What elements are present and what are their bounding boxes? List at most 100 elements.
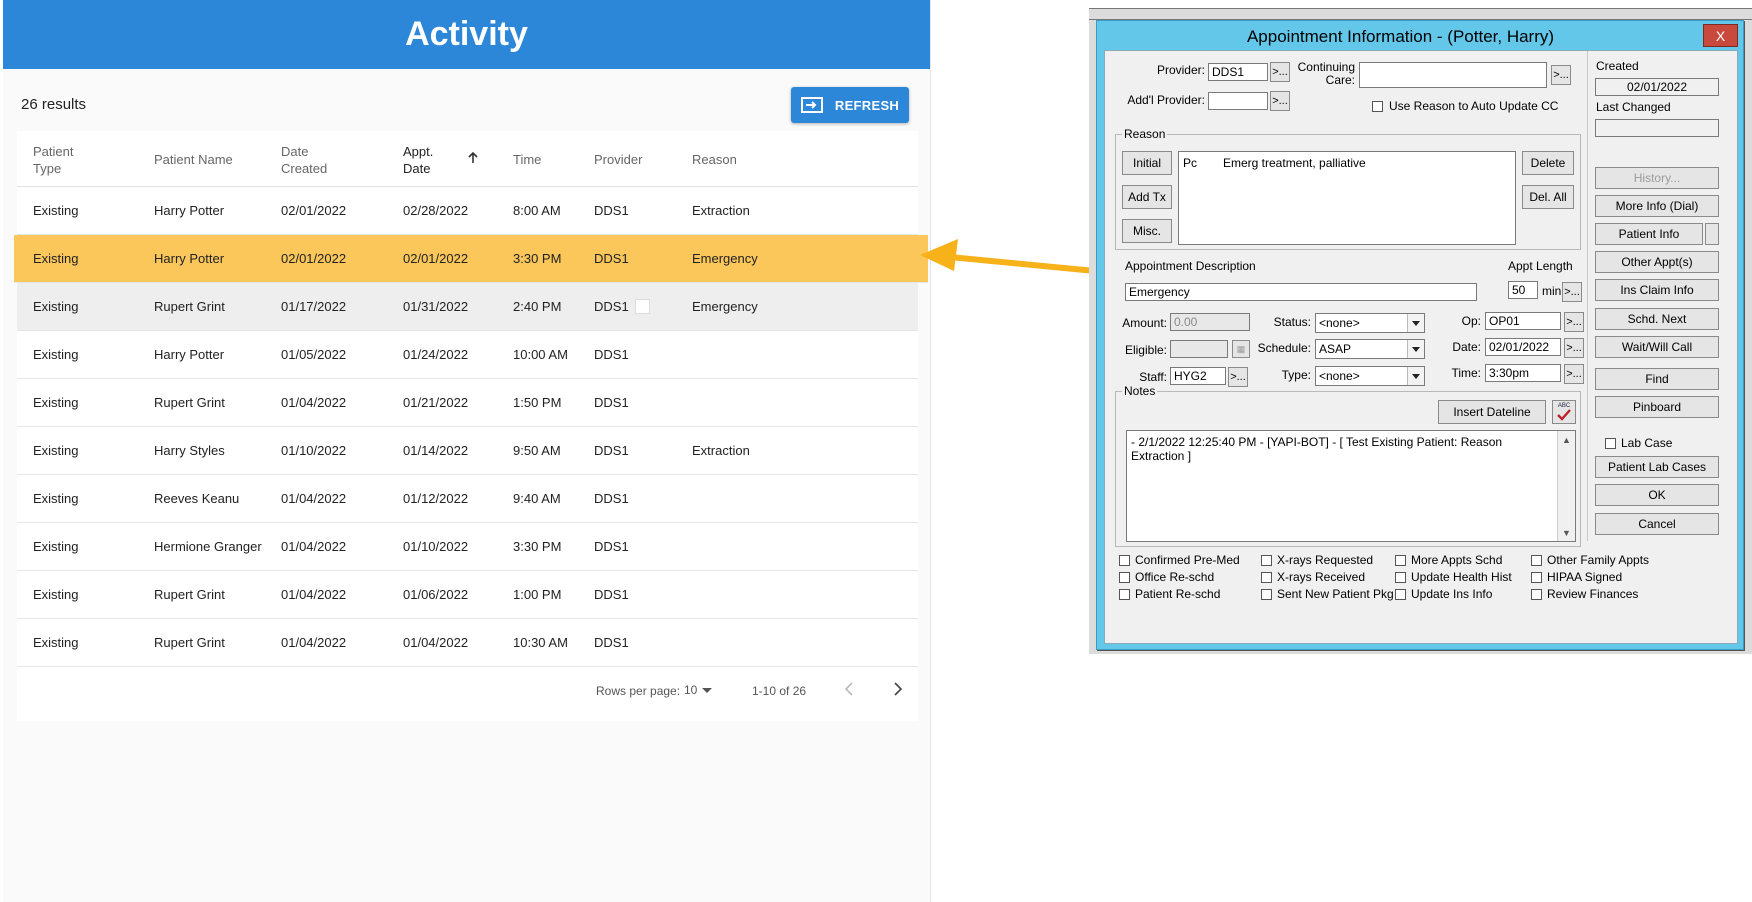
activity-header: Activity — [3, 0, 930, 69]
initial-button[interactable]: Initial — [1122, 151, 1172, 175]
flag-checkbox[interactable] — [1531, 555, 1542, 566]
continuing-care-label: Continuing Care: — [1297, 60, 1355, 87]
flag-checkbox[interactable] — [1261, 589, 1272, 600]
chevron-right-icon[interactable] — [887, 679, 907, 699]
provider-field[interactable]: DDS1 — [1208, 63, 1268, 81]
col-date-created[interactable]: Date Created — [281, 143, 327, 177]
table-row[interactable]: Existing Harry Potter 01/05/2022 01/24/2022… — [17, 331, 918, 379]
flag-checkbox[interactable] — [1395, 572, 1406, 583]
table-row[interactable]: Existing Hermione Granger 01/04/2022 01/10/… — [17, 523, 918, 571]
op-lookup-button[interactable]: >... — [1564, 312, 1584, 332]
date-field[interactable]: 02/01/2022 — [1485, 338, 1561, 356]
table-cell: DDS1 — [594, 298, 629, 314]
flag-checkbox-label: X-rays Requested — [1277, 553, 1374, 567]
rows-per-page-select[interactable]: 10 — [684, 683, 697, 697]
row-action-box[interactable] — [635, 299, 650, 314]
appt-length-field[interactable]: 50 — [1508, 281, 1538, 299]
lab-case-checkbox[interactable] — [1605, 438, 1616, 449]
ins-claim-info-button[interactable]: Ins Claim Info — [1595, 279, 1719, 301]
appt-length-button[interactable]: >... — [1562, 282, 1582, 302]
background-window-lines — [1089, 8, 1752, 20]
patient-lab-cases-button[interactable]: Patient Lab Cases — [1595, 456, 1719, 478]
table-cell: DDS1 — [594, 250, 629, 266]
flag-checkbox[interactable] — [1531, 589, 1542, 600]
table-row[interactable]: Existing Rupert Grint 01/04/2022 01/06/2022… — [17, 571, 918, 619]
flag-checkbox-label: Sent New Patient Pkg — [1277, 587, 1394, 601]
table-row[interactable]: Existing Rupert Grint 01/04/2022 01/21/2022… — [17, 379, 918, 427]
ok-button[interactable]: OK — [1595, 484, 1719, 506]
spell-check-button[interactable]: ABC — [1552, 400, 1576, 424]
flag-checkbox[interactable] — [1119, 572, 1130, 583]
history-button[interactable]: History... — [1595, 167, 1719, 189]
pagination: Rows per page: 10 1-10 of 26 — [17, 661, 918, 721]
continuing-care-lookup-button[interactable]: >... — [1551, 65, 1571, 85]
table-row[interactable]: Existing Rupert Grint 01/04/2022 01/04/2022… — [17, 619, 918, 667]
status-select[interactable]: <none> — [1315, 313, 1425, 333]
reason-list[interactable]: Pc Emerg treatment, palliative — [1178, 151, 1516, 245]
results-count: 26 results — [21, 96, 87, 113]
col-reason[interactable]: Reason — [692, 151, 737, 168]
scroll-down-icon[interactable]: ▼ — [1558, 524, 1575, 541]
col-provider[interactable]: Provider — [594, 151, 642, 168]
add-tx-button[interactable]: Add Tx — [1122, 185, 1172, 209]
table-cell: 01/04/2022 — [281, 586, 347, 602]
refresh-label: REFRESH — [834, 97, 900, 113]
schedule-select[interactable]: ASAP — [1315, 339, 1425, 359]
cancel-button[interactable]: Cancel — [1595, 513, 1719, 535]
patient-info-extra-button[interactable] — [1705, 223, 1719, 245]
scroll-up-icon[interactable]: ▲ — [1558, 431, 1575, 448]
col-appt-date[interactable]: Appt. Date — [403, 143, 433, 177]
table-row[interactable]: Existing Harry Styles 01/10/2022 01/14/2022… — [17, 427, 918, 475]
sort-ascending-icon[interactable] — [467, 151, 479, 164]
close-button[interactable]: X — [1703, 24, 1738, 47]
caret-down-icon[interactable] — [702, 688, 712, 693]
flag-checkbox[interactable] — [1261, 555, 1272, 566]
provider-lookup-button[interactable]: >... — [1270, 62, 1290, 82]
refresh-button[interactable]: REFRESH — [791, 87, 909, 123]
find-button[interactable]: Find — [1595, 368, 1719, 390]
wait-will-call-button[interactable]: Wait/Will Call — [1595, 336, 1719, 358]
schd-next-button[interactable]: Schd. Next — [1595, 308, 1719, 330]
flag-checkbox[interactable] — [1261, 572, 1272, 583]
more-info-button[interactable]: More Info (Dial) — [1595, 195, 1719, 217]
appt-description-field[interactable]: Emergency — [1125, 283, 1477, 301]
table-cell: 01/10/2022 — [281, 442, 347, 458]
flag-checkbox[interactable] — [1395, 589, 1406, 600]
other-appts-button[interactable]: Other Appt(s) — [1595, 251, 1719, 273]
notes-textarea[interactable]: - 2/1/2022 12:25:40 PM - [YAPI-BOT] - [ … — [1126, 430, 1576, 542]
col-patient-type[interactable]: Patient Type — [33, 143, 73, 177]
chevron-left-icon[interactable] — [840, 679, 860, 699]
notes-scrollbar[interactable]: ▲ ▼ — [1557, 431, 1575, 541]
date-lookup-button[interactable]: >... — [1564, 338, 1584, 358]
patient-info-button[interactable]: Patient Info — [1595, 223, 1703, 245]
pinboard-button[interactable]: Pinboard — [1595, 396, 1719, 418]
table-cell: Rupert Grint — [154, 586, 225, 602]
flag-checkbox[interactable] — [1531, 572, 1542, 583]
use-reason-checkbox[interactable] — [1372, 101, 1383, 112]
col-patient-name[interactable]: Patient Name — [154, 151, 233, 168]
time-lookup-button[interactable]: >... — [1564, 364, 1584, 384]
flag-checkbox[interactable] — [1395, 555, 1406, 566]
flag-checkbox[interactable] — [1119, 555, 1130, 566]
table-row[interactable]: Existing Reeves Keanu 01/04/2022 01/12/2022… — [17, 475, 918, 523]
del-all-button[interactable]: Del. All — [1522, 185, 1574, 209]
calendar-icon: ▦ — [1232, 340, 1250, 358]
flag-checkbox[interactable] — [1119, 589, 1130, 600]
misc-button[interactable]: Misc. — [1122, 219, 1172, 243]
addl-provider-field[interactable] — [1208, 92, 1268, 110]
table-body: Existing Harry Potter 02/01/2022 02/28/2022… — [14, 187, 928, 667]
dropdown-arrow-icon — [1407, 314, 1424, 332]
col-time[interactable]: Time — [513, 151, 541, 168]
type-select[interactable]: <none> — [1315, 366, 1425, 386]
time-field[interactable]: 3:30pm — [1485, 364, 1561, 382]
table-row[interactable]: Existing Rupert Grint 01/17/2022 01/31/2022… — [17, 283, 918, 331]
staff-field[interactable]: HYG2 — [1170, 367, 1226, 385]
insert-dateline-button[interactable]: Insert Dateline — [1438, 400, 1546, 424]
table-row[interactable]: Existing Harry Potter 02/01/2022 02/01/2022… — [14, 235, 928, 283]
delete-button[interactable]: Delete — [1522, 151, 1574, 175]
addl-provider-lookup-button[interactable]: >... — [1270, 91, 1290, 111]
op-field[interactable]: OP01 — [1485, 312, 1561, 330]
staff-lookup-button[interactable]: >... — [1228, 367, 1248, 387]
table-row[interactable]: Existing Harry Potter 02/01/2022 02/28/2022… — [17, 187, 918, 235]
continuing-care-field[interactable] — [1359, 62, 1547, 88]
